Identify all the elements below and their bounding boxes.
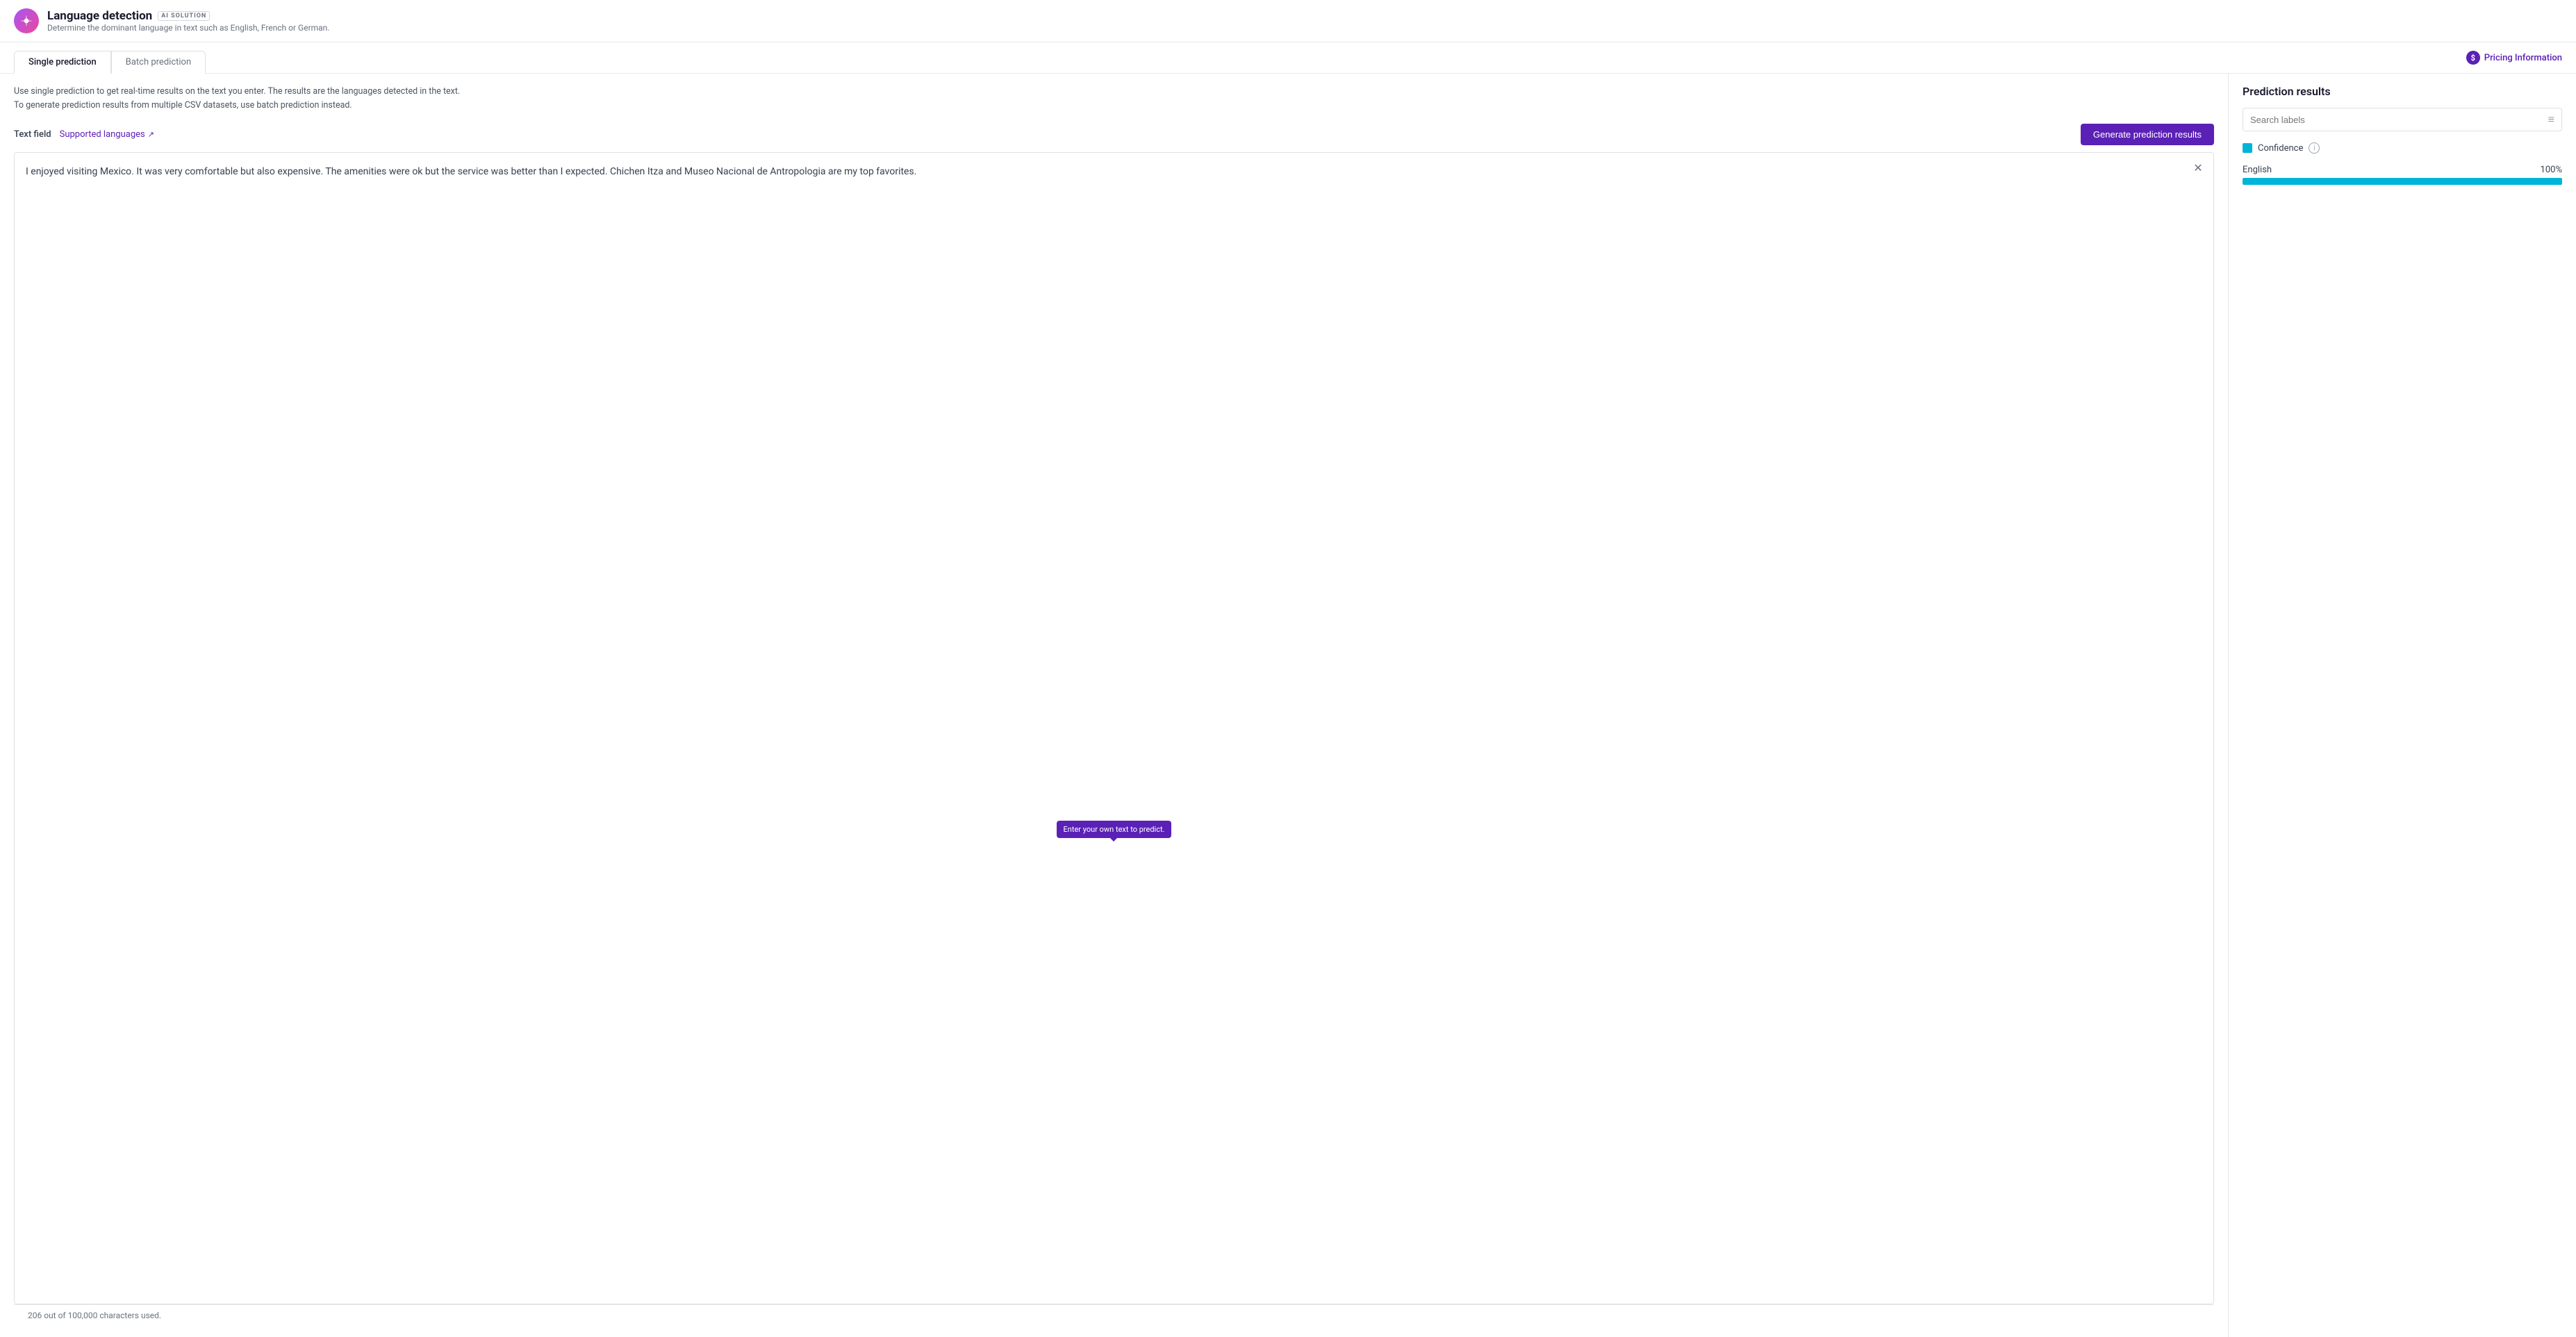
search-bar: ≡ xyxy=(2243,108,2562,131)
confidence-legend-row: Confidence i xyxy=(2243,142,2562,154)
header-text-group: Language detection AI SOLUTION Determine… xyxy=(47,9,329,33)
confidence-color-box xyxy=(2243,143,2252,153)
result-item-header: English 100% xyxy=(2243,165,2562,175)
text-input[interactable] xyxy=(15,153,2213,1304)
result-bar-fill xyxy=(2243,178,2562,185)
pricing-label: Pricing Information xyxy=(2484,53,2562,63)
results-list: English 100% xyxy=(2243,165,2562,190)
external-link-icon: ↗ xyxy=(148,130,154,139)
ai-badge: AI SOLUTION xyxy=(158,11,210,21)
tabs-group: Single prediction Batch prediction xyxy=(14,51,206,73)
app-description: Determine the dominant language in text … xyxy=(47,23,329,33)
pricing-icon: $ xyxy=(2466,51,2480,65)
prediction-results-title: Prediction results xyxy=(2243,85,2562,98)
char-count: 206 out of 100,000 characters used. xyxy=(14,1304,2214,1326)
app-header: Language detection AI SOLUTION Determine… xyxy=(0,0,2576,42)
result-bar-bg xyxy=(2243,178,2562,185)
result-language: English xyxy=(2243,165,2272,175)
description-line2: To generate prediction results from mult… xyxy=(14,99,2214,113)
clear-text-button[interactable]: ✕ xyxy=(2190,160,2206,177)
text-field-label: Text field xyxy=(14,129,51,140)
app-logo xyxy=(14,8,39,33)
tabs-bar: Single prediction Batch prediction $ Pri… xyxy=(0,42,2576,74)
result-percentage: 100% xyxy=(2541,165,2562,175)
result-item: English 100% xyxy=(2243,165,2562,185)
generate-prediction-button[interactable]: Generate prediction results xyxy=(2081,124,2214,145)
confidence-info-icon[interactable]: i xyxy=(2309,142,2320,154)
description-block: Use single prediction to get real-time r… xyxy=(14,85,2214,113)
description-line1: Use single prediction to get real-time r… xyxy=(14,85,2214,99)
main-container: Single prediction Batch prediction $ Pri… xyxy=(0,42,2576,1337)
tab-batch-prediction[interactable]: Batch prediction xyxy=(111,51,206,74)
right-panel: Prediction results ≡ Confidence i Englis… xyxy=(2229,74,2576,1337)
textarea-container: ✕ Enter your own text to predict. xyxy=(14,152,2214,1304)
confidence-label: Confidence xyxy=(2258,143,2303,154)
left-panel: Use single prediction to get real-time r… xyxy=(0,74,2229,1337)
search-labels-input[interactable] xyxy=(2250,115,2544,125)
text-field-header: Text field Supported languages ↗ Generat… xyxy=(14,124,2214,145)
text-field-label-row: Text field Supported languages ↗ xyxy=(14,129,154,140)
app-title: Language detection xyxy=(47,9,152,23)
tab-single-prediction[interactable]: Single prediction xyxy=(14,51,111,74)
pricing-button[interactable]: $ Pricing Information xyxy=(2466,51,2562,73)
supported-languages-link[interactable]: Supported languages ↗ xyxy=(60,129,154,140)
content-area: Use single prediction to get real-time r… xyxy=(0,74,2576,1337)
filter-icon[interactable]: ≡ xyxy=(2548,113,2554,126)
supported-languages-text: Supported languages xyxy=(60,129,145,140)
